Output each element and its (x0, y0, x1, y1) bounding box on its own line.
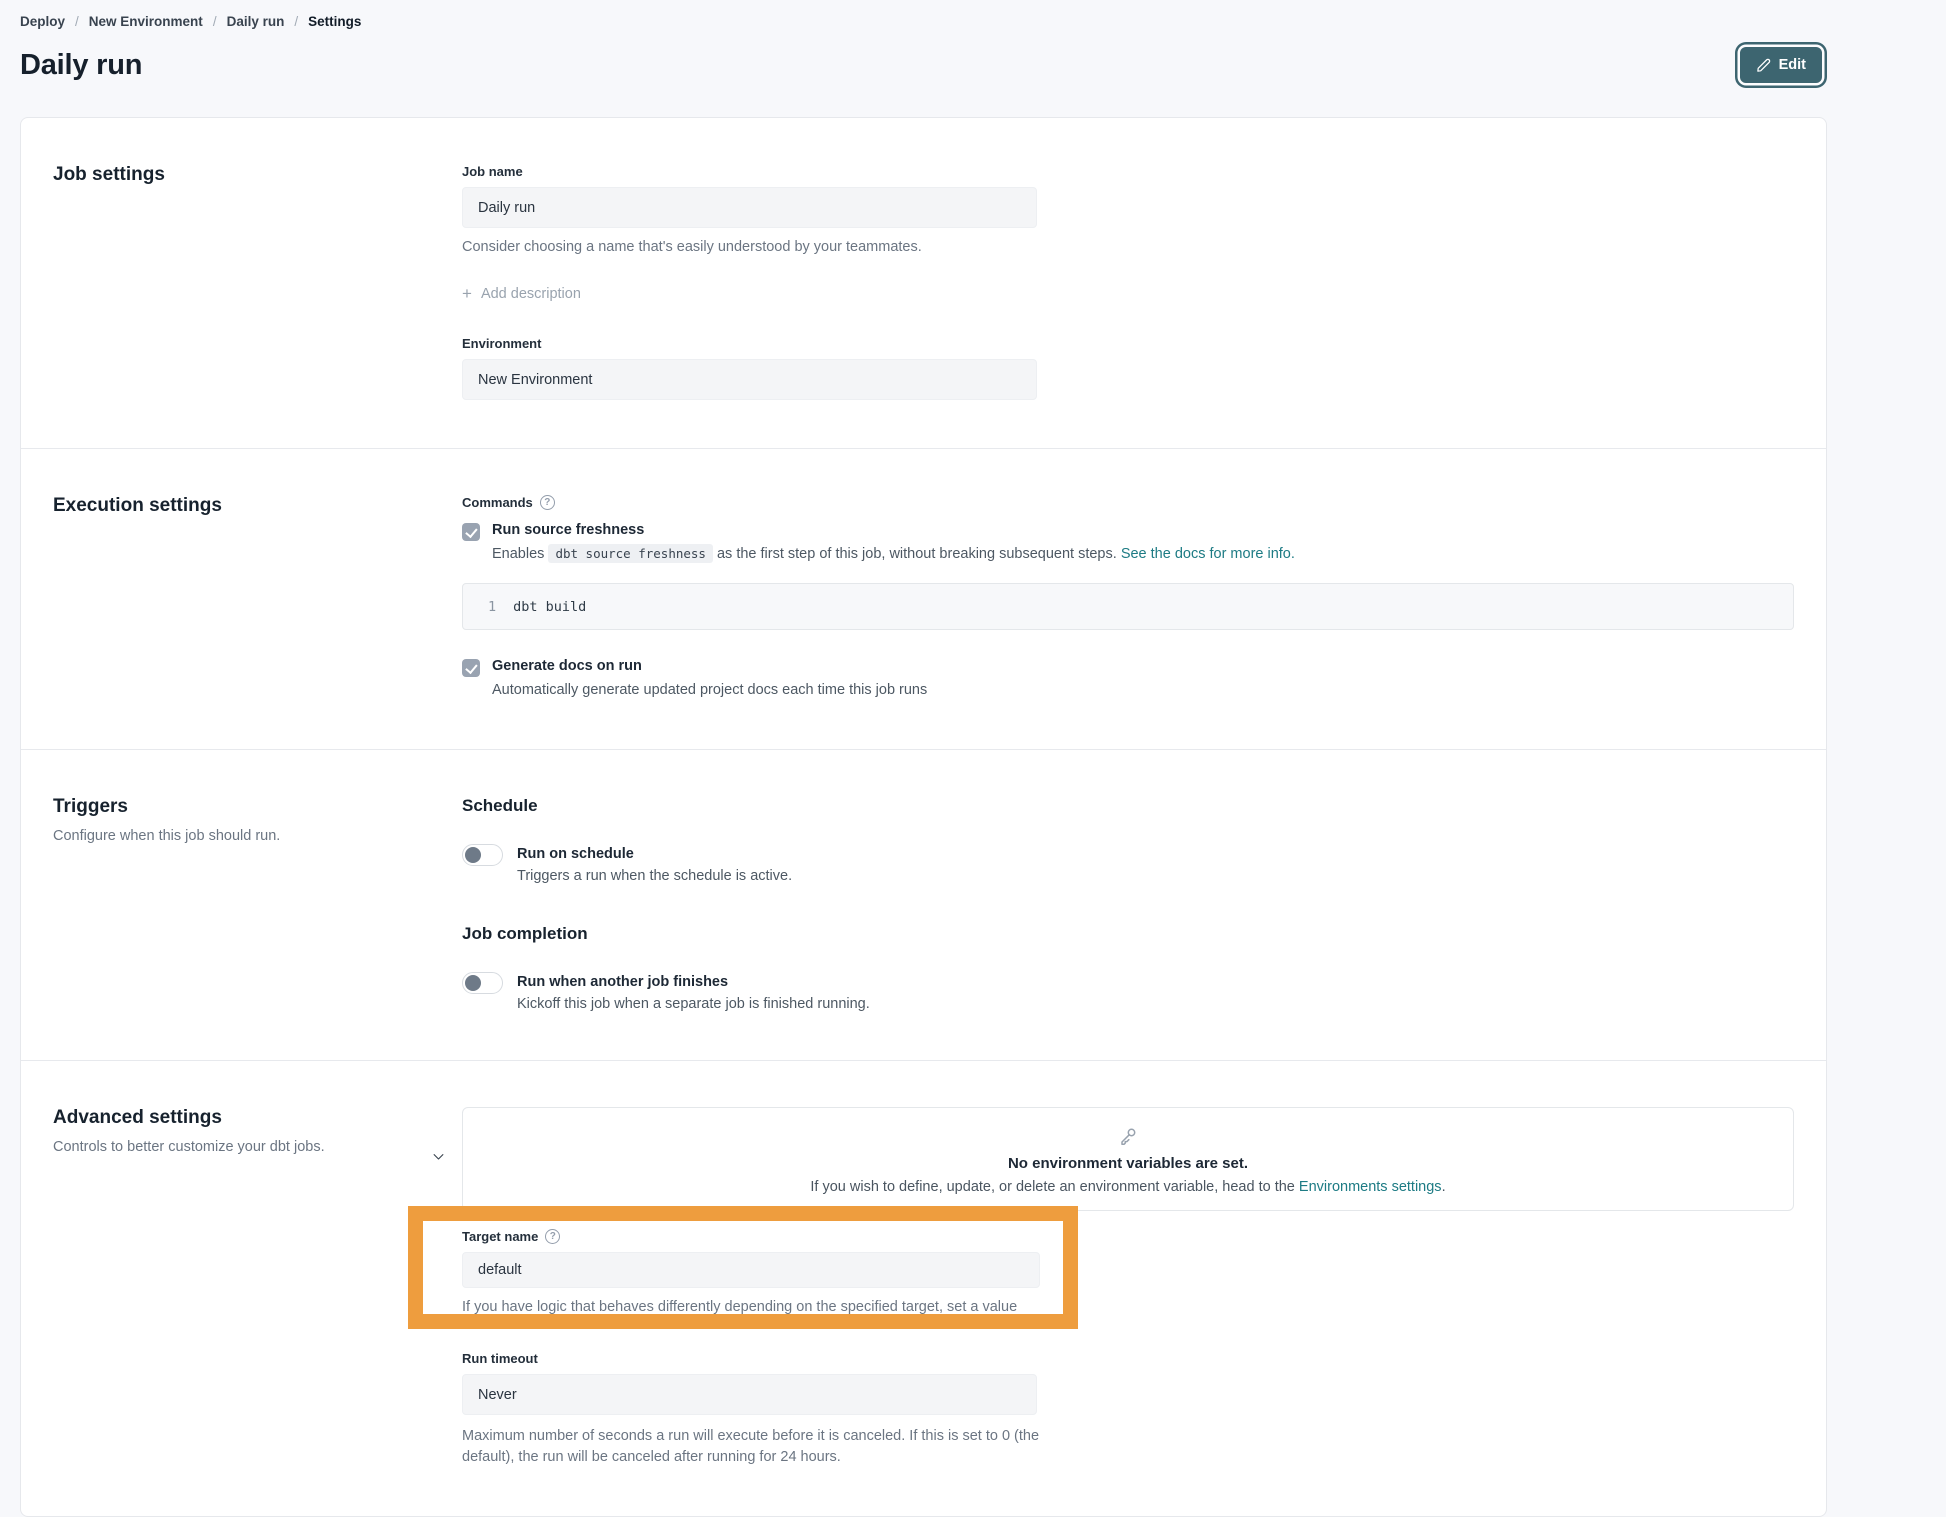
inline-code-chip: dbt source freshness (548, 544, 713, 563)
page: Deploy / New Environment / Daily run / S… (20, 0, 1827, 1517)
target-name-highlight: Target name ? If you have logic that beh… (408, 1206, 1078, 1329)
plus-icon: + (462, 285, 472, 302)
environment-variables-panel: No environment variables are set. If you… (462, 1107, 1794, 1211)
job-completion-heading: Job completion (462, 924, 1794, 944)
target-name-label: Target name ? (462, 1229, 1040, 1244)
section-advanced-settings: Advanced settings Controls to better cus… (21, 1061, 1826, 1516)
run-timeout-input[interactable] (462, 1374, 1037, 1415)
run-when-job-finishes-label: Run when another job finishes (517, 974, 870, 990)
breadcrumb-environment[interactable]: New Environment (89, 14, 203, 29)
run-source-freshness-row: Run source freshness Enables dbt source … (462, 522, 1794, 565)
triggers-heading: Triggers (53, 796, 462, 818)
settings-card: Job settings Job name Consider choosing … (20, 117, 1827, 1517)
run-on-schedule-toggle[interactable] (462, 844, 503, 866)
job-name-input[interactable] (462, 187, 1037, 228)
run-on-schedule-label: Run on schedule (517, 846, 792, 862)
target-name-input[interactable] (462, 1252, 1040, 1288)
edit-button-label: Edit (1779, 57, 1806, 73)
section-triggers: Triggers Configure when this job should … (21, 750, 1826, 1061)
run-timeout-label: Run timeout (462, 1351, 1794, 1366)
breadcrumb-separator: / (294, 14, 298, 29)
execution-settings-heading: Execution settings (53, 495, 462, 517)
generate-docs-checkbox[interactable] (462, 659, 480, 677)
section-execution-settings: Execution settings Commands ? Run source… (21, 449, 1826, 750)
run-timeout-help: Maximum number of seconds a run will exe… (462, 1426, 1050, 1468)
commands-label: Commands ? (462, 495, 1794, 510)
run-on-schedule-description: Triggers a run when the schedule is acti… (517, 868, 792, 884)
advanced-settings-description: Controls to better customize your dbt jo… (53, 1139, 325, 1155)
environment-label: Environment (462, 336, 1794, 351)
run-when-job-finishes-description: Kickoff this job when a separate job is … (517, 996, 870, 1012)
add-description-label: Add description (481, 286, 581, 302)
target-name-help-line1: If you have logic that behaves different… (462, 1297, 1040, 1329)
generate-docs-row: Generate docs on run Automatically gener… (462, 658, 1794, 701)
run-source-freshness-description: Enables dbt source freshness as the firs… (492, 544, 1295, 565)
add-description-button[interactable]: + Add description (462, 285, 581, 302)
run-source-freshness-checkbox[interactable] (462, 523, 480, 541)
breadcrumb-job[interactable]: Daily run (227, 14, 285, 29)
toggle-knob (465, 975, 481, 991)
run-when-job-finishes-row: Run when another job finishes Kickoff th… (462, 972, 1794, 1012)
job-name-help: Consider choosing a name that's easily u… (462, 239, 1794, 255)
breadcrumb-settings: Settings (308, 14, 361, 29)
triggers-description: Configure when this job should run. (53, 828, 462, 844)
code-line-text: dbt build (513, 599, 586, 615)
env-vars-message: If you wish to define, update, or delete… (810, 1179, 1445, 1195)
environments-settings-link[interactable]: Environments settings (1299, 1179, 1442, 1195)
toggle-knob (465, 847, 481, 863)
key-icon (1116, 1124, 1140, 1148)
run-on-schedule-row: Run on schedule Triggers a run when the … (462, 844, 1794, 884)
target-name-help-icon[interactable]: ? (545, 1229, 560, 1244)
page-title: Daily run (20, 49, 142, 82)
run-timeout-group: Run timeout Maximum number of seconds a … (462, 1351, 1794, 1468)
section-job-settings: Job settings Job name Consider choosing … (21, 118, 1826, 449)
commands-help-icon[interactable]: ? (540, 495, 555, 510)
pencil-icon (1756, 58, 1771, 73)
run-when-job-finishes-toggle[interactable] (462, 972, 503, 994)
commands-code-editor[interactable]: 1 dbt build (462, 583, 1794, 630)
generate-docs-description: Automatically generate updated project d… (492, 680, 927, 701)
chevron-down-icon[interactable] (431, 1149, 446, 1164)
schedule-heading: Schedule (462, 796, 1794, 816)
run-source-freshness-label: Run source freshness (492, 522, 1295, 538)
job-name-label: Job name (462, 164, 1794, 179)
breadcrumb-deploy[interactable]: Deploy (20, 14, 65, 29)
environment-input[interactable] (462, 359, 1037, 400)
job-settings-heading: Job settings (53, 164, 462, 186)
edit-button[interactable]: Edit (1740, 47, 1822, 83)
breadcrumb-separator: / (75, 14, 79, 29)
generate-docs-label: Generate docs on run (492, 658, 927, 674)
page-header: Daily run Edit (20, 43, 1827, 87)
env-vars-title: No environment variables are set. (1008, 1155, 1248, 1172)
docs-link[interactable]: See the docs for more info. (1121, 546, 1295, 562)
advanced-settings-heading: Advanced settings (53, 1107, 325, 1129)
code-line-number: 1 (488, 599, 496, 615)
breadcrumb-separator: / (213, 14, 217, 29)
breadcrumb: Deploy / New Environment / Daily run / S… (20, 0, 1827, 29)
